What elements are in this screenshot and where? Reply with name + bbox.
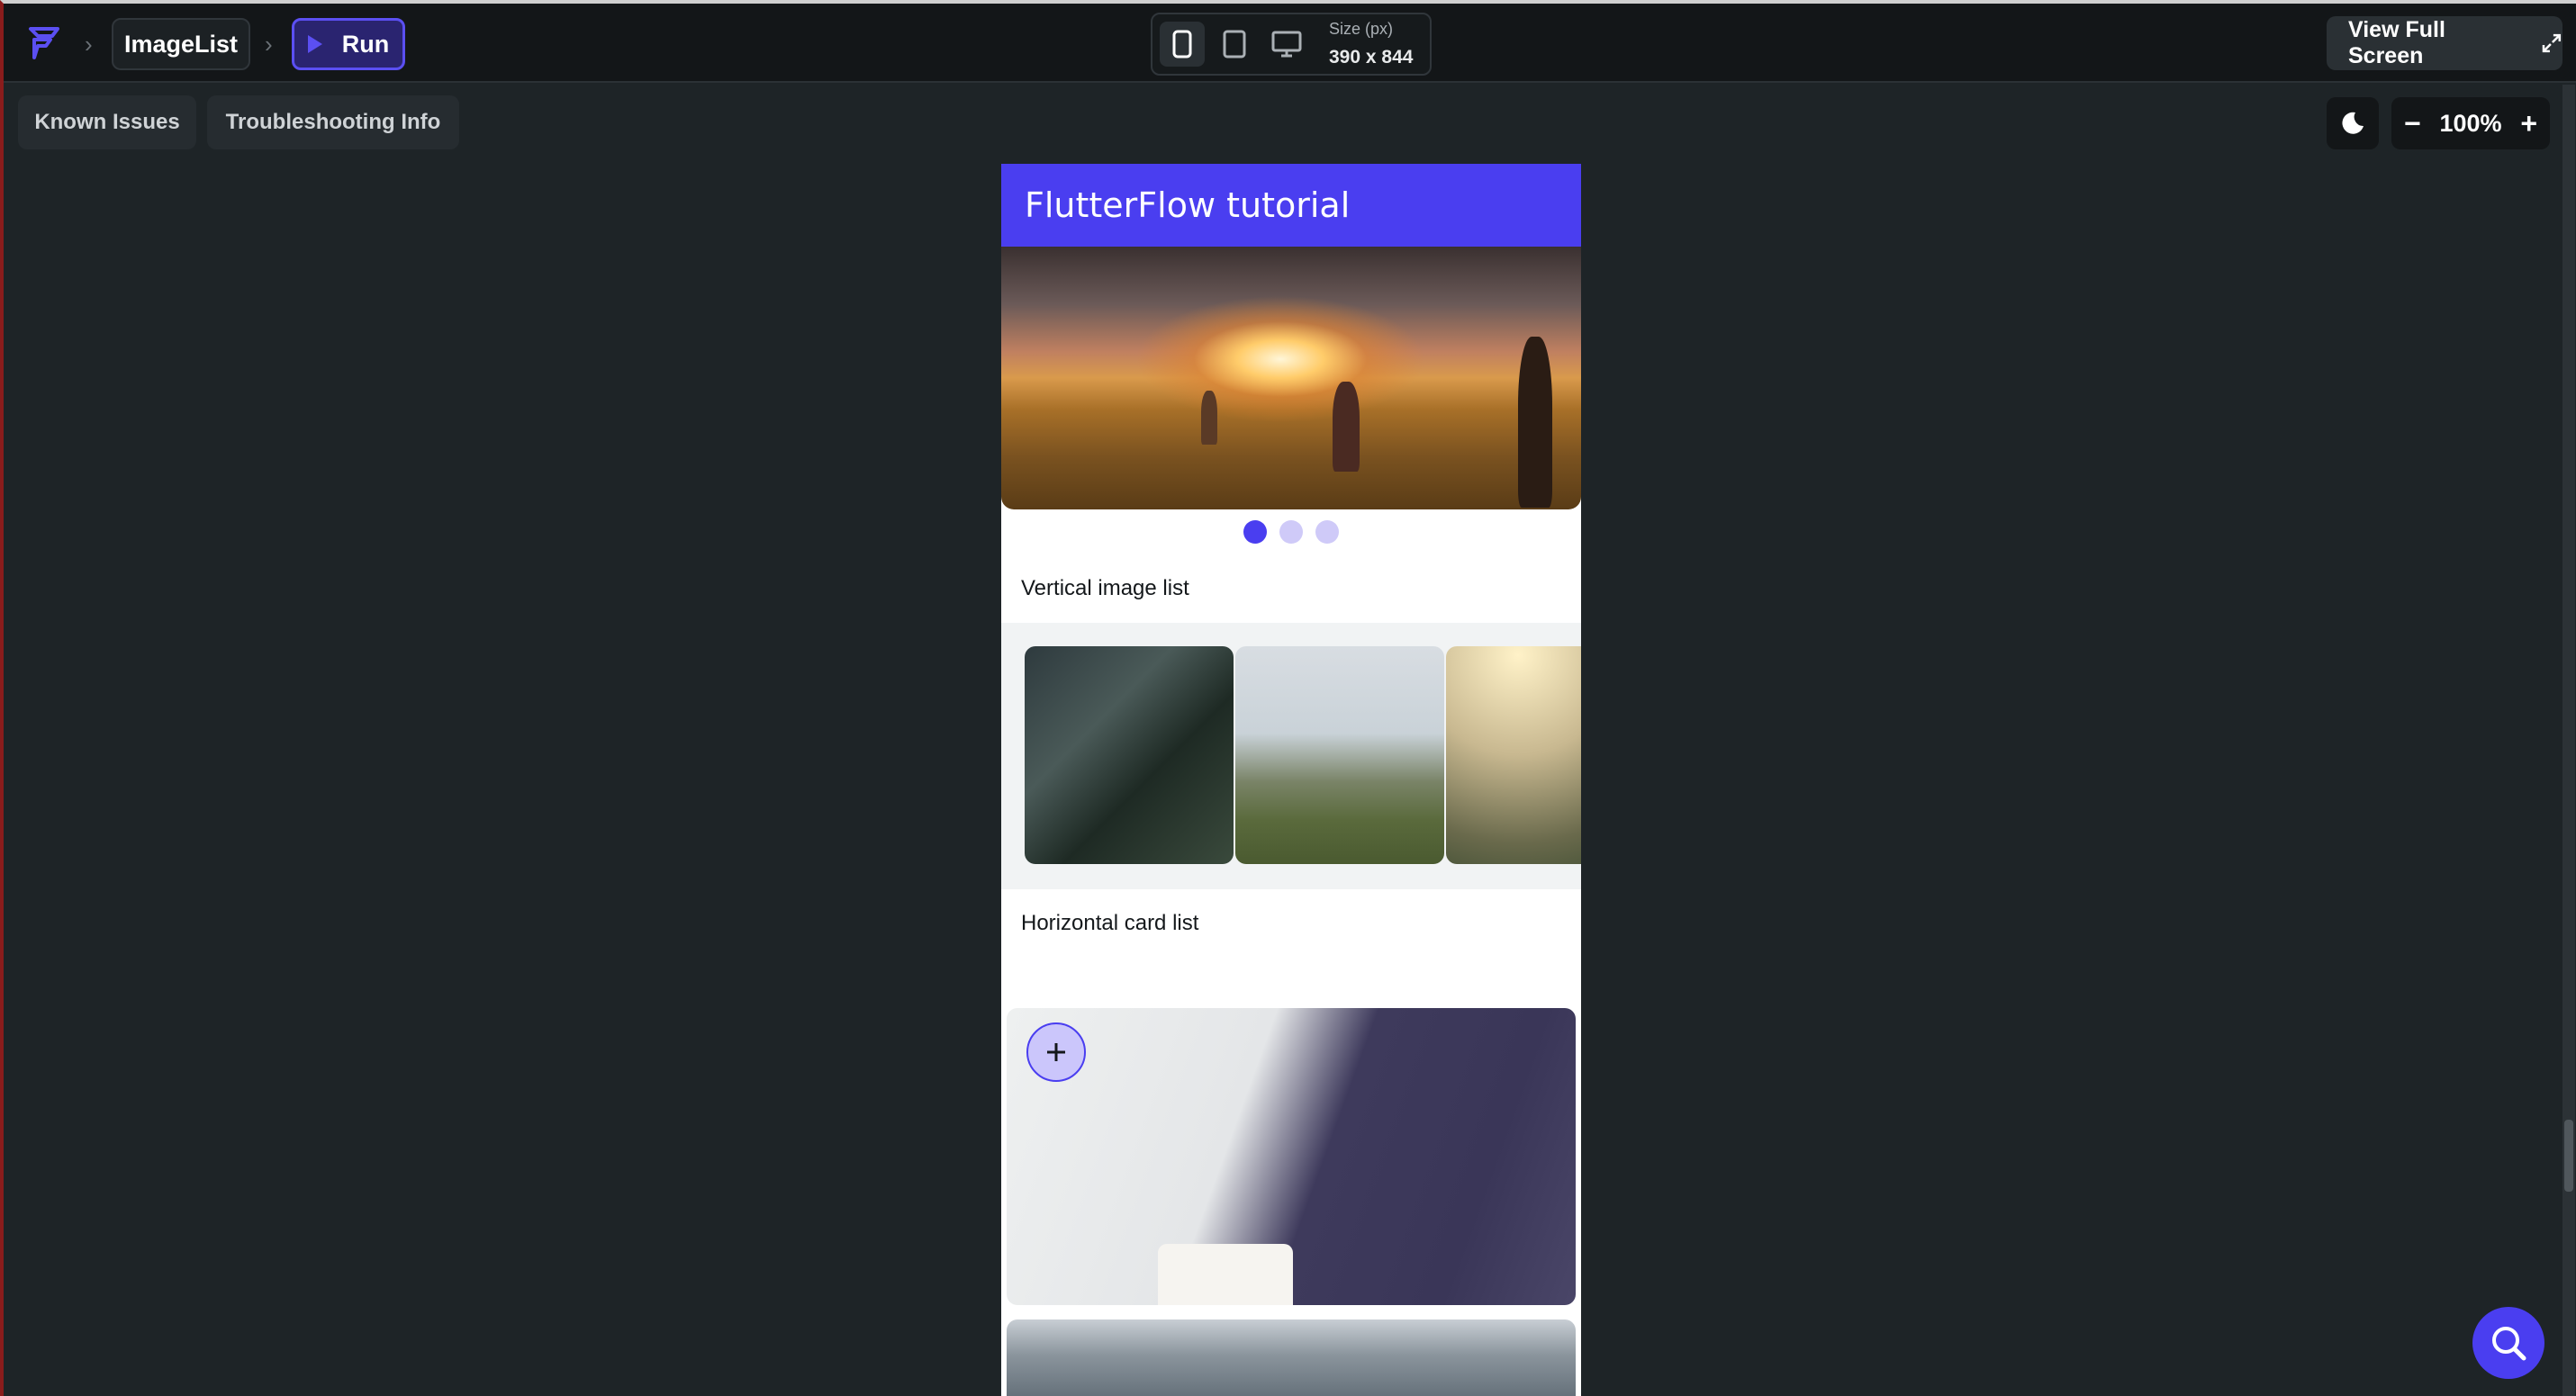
phone-icon (1172, 30, 1192, 59)
add-button[interactable] (1026, 1022, 1086, 1082)
carousel-dot[interactable] (1279, 520, 1303, 544)
person-silhouette (1333, 382, 1360, 472)
desktop-device-button[interactable] (1264, 22, 1309, 67)
carousel-indicator (1001, 520, 1581, 547)
device-size-selector: Size (px) 390 x 844 (1151, 13, 1432, 76)
carousel-dot[interactable] (1243, 520, 1267, 544)
person-silhouette (1201, 391, 1217, 445)
flutterflow-preview-window: { "topbar": { "page_name": "ImageList", … (0, 0, 2576, 1396)
size-caption: Size (px) (1329, 20, 1394, 38)
card-image-suit[interactable] (1007, 1008, 1576, 1305)
list-image-forest[interactable] (1025, 646, 1234, 864)
page-name-label: ImageList (123, 30, 239, 58)
chevron-right-icon: › (85, 31, 93, 58)
list-image-misty-tree[interactable] (1446, 646, 1581, 864)
carousel-dot[interactable] (1315, 520, 1339, 544)
play-icon (307, 35, 322, 53)
phone-device-button[interactable] (1160, 22, 1205, 67)
known-issues-button[interactable]: Known Issues (18, 95, 196, 149)
search-icon (2492, 1327, 2526, 1361)
app-title: FlutterFlow tutorial (1025, 185, 1351, 225)
zoom-control: − 100% + (2391, 97, 2550, 149)
run-button[interactable]: Run (292, 18, 405, 70)
dark-mode-toggle[interactable] (2327, 97, 2379, 149)
known-issues-label: Known Issues (34, 110, 180, 134)
add-icon (1047, 1043, 1065, 1061)
expand-icon (2542, 33, 2562, 53)
tablet-device-button[interactable] (1212, 22, 1257, 67)
moon-icon (2342, 112, 2364, 134)
vertical-image-list[interactable] (1001, 623, 1581, 889)
size-value: 390 x 844 (1329, 47, 1414, 68)
card-image-mountains[interactable] (1007, 1319, 1576, 1396)
section-title-horizontal: Horizontal card list (1021, 911, 1199, 935)
phone-preview: FlutterFlow tutorial Vertical image list… (1001, 164, 1581, 1396)
flutterflow-logo-icon[interactable] (23, 22, 67, 65)
top-bar: › ImageList › Run Size (px) 390 x 844 Vi… (4, 4, 2576, 83)
view-full-screen-label: View Full Screen (2348, 17, 2445, 68)
list-image-horses[interactable] (1235, 646, 1444, 864)
page-name-chip[interactable]: ImageList (112, 18, 250, 70)
troubleshooting-info-button[interactable]: Troubleshooting Info (207, 95, 459, 149)
view-full-screen-button[interactable]: View Full Screen (2327, 16, 2562, 70)
troubleshooting-info-label: Troubleshooting Info (225, 110, 441, 134)
carousel-image[interactable] (1001, 247, 1581, 509)
right-scrollbar-thumb[interactable] (2564, 1120, 2573, 1192)
person-silhouette (1518, 337, 1552, 508)
coffee-cup (1158, 1244, 1293, 1305)
search-fab[interactable] (2472, 1307, 2544, 1379)
desktop-icon (1271, 31, 1302, 58)
run-label: Run (341, 30, 390, 58)
section-title-vertical: Vertical image list (1021, 576, 1189, 600)
zoom-level: 100% (2439, 109, 2502, 137)
plus-icon[interactable]: + (2520, 107, 2537, 140)
tablet-icon (1223, 30, 1246, 59)
chevron-right-icon: › (265, 31, 273, 58)
app-bar: FlutterFlow tutorial (1001, 164, 1581, 247)
minus-icon[interactable]: − (2404, 107, 2421, 140)
right-scrollbar-track[interactable] (2562, 85, 2575, 1396)
